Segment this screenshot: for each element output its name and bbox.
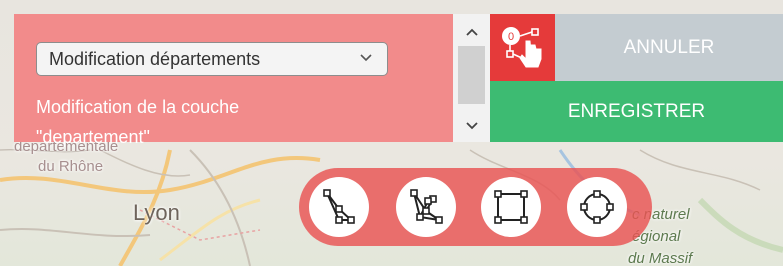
description-line-2: "departement" — [36, 127, 150, 147]
chevron-down-icon — [359, 50, 373, 67]
description-line-1: Modification de la couche — [36, 97, 240, 117]
draw-tools-toolbar — [299, 168, 652, 246]
draw-polygon-button[interactable] — [309, 177, 369, 237]
mode-select-value: Modification départements — [49, 48, 261, 69]
save-button[interactable]: ENREGISTRER — [490, 81, 783, 142]
draw-rectangle-button[interactable] — [481, 177, 541, 237]
draw-circle-icon — [580, 190, 614, 224]
panel-scrollbar[interactable] — [453, 14, 490, 142]
draw-circle-button[interactable] — [567, 177, 627, 237]
cancel-button[interactable]: ANNULER — [555, 14, 783, 81]
map-label-lyon: Lyon — [133, 200, 180, 225]
draw-rectangle-icon — [494, 190, 528, 224]
scroll-up-icon[interactable] — [453, 18, 490, 46]
draw-polygon-icon — [323, 189, 355, 224]
panel-description: Modification de la couche "departement" — [36, 92, 436, 152]
map-label-du-rhone: du Rhône — [38, 158, 104, 175]
scroll-thumb[interactable] — [458, 46, 485, 104]
edit-vertices-icon — [410, 189, 443, 224]
svg-text:0: 0 — [507, 31, 513, 43]
edit-vertices-button[interactable] — [396, 177, 456, 237]
touch-edit-icon: 0 — [501, 26, 541, 67]
mode-select[interactable]: Modification départements — [36, 42, 388, 76]
edit-panel: Modification départements Modification d… — [14, 14, 453, 147]
map-label-parc-3: du Massif — [628, 250, 693, 266]
edit-touch-button[interactable]: 0 — [490, 14, 555, 81]
scroll-down-icon[interactable] — [453, 112, 490, 140]
